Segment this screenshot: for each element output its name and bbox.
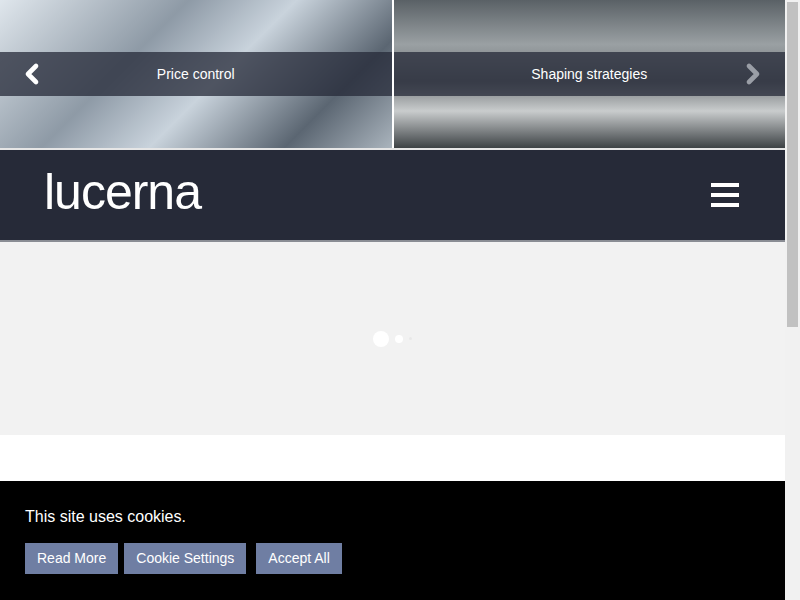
slide-caption-bar: Price control xyxy=(0,52,392,96)
loading-dots-icon xyxy=(373,331,412,347)
next-arrow-icon[interactable] xyxy=(737,58,769,90)
cookie-buttons: Read MoreCookie Settings Accept All xyxy=(25,543,785,574)
scrollbar-thumb[interactable] xyxy=(787,2,798,327)
carousel-slide[interactable]: Shaping strategies xyxy=(394,0,786,148)
cookie-message: This site uses cookies. xyxy=(25,505,785,529)
previous-arrow-icon[interactable] xyxy=(16,58,48,90)
logo[interactable]: lucerna xyxy=(44,167,201,223)
loading-area xyxy=(0,242,785,435)
slide-caption-bar: Shaping strategies xyxy=(394,52,786,96)
carousel-slide[interactable]: Price control xyxy=(0,0,392,148)
cookie-button[interactable]: Read More xyxy=(25,543,118,574)
page: Price control Shaping strategies lucerna Th… xyxy=(0,0,800,600)
cookie-banner: This site uses cookies. Read MoreCookie S… xyxy=(0,481,785,600)
cookie-button[interactable]: Accept All xyxy=(256,543,341,574)
scrollbar[interactable] xyxy=(785,0,800,600)
slide-caption: Price control xyxy=(157,64,235,85)
carousel: Price control Shaping strategies xyxy=(0,0,785,148)
menu-icon[interactable] xyxy=(711,183,739,207)
cookie-button[interactable]: Cookie Settings xyxy=(124,543,246,574)
header: lucerna xyxy=(0,150,785,240)
slide-caption: Shaping strategies xyxy=(531,64,647,85)
